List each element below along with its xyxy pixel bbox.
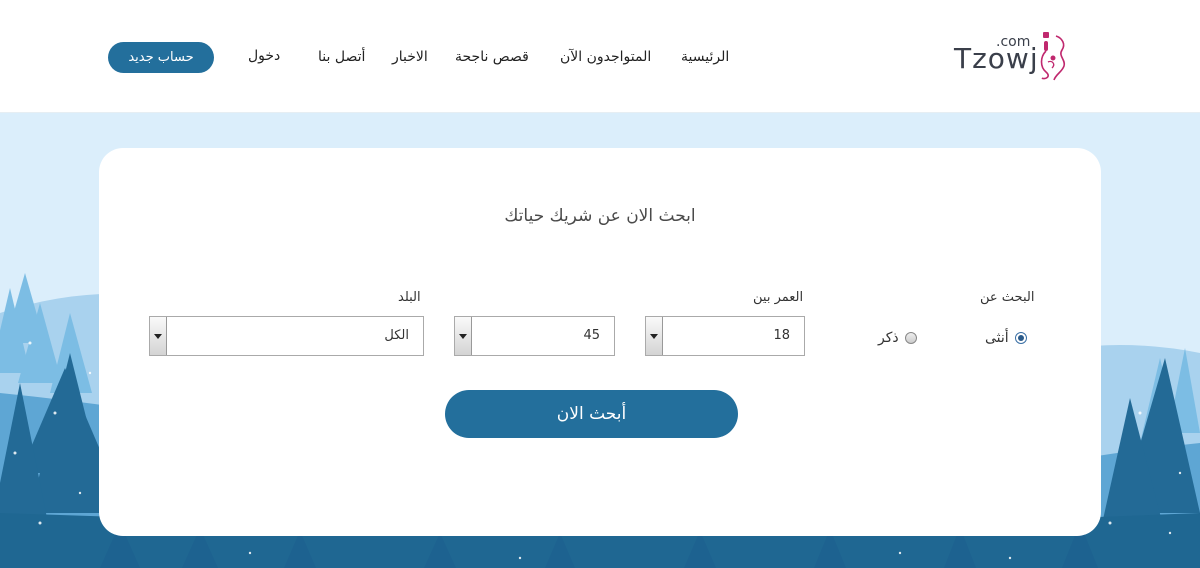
nav-login[interactable]: دخول bbox=[248, 48, 280, 64]
looking-for-label: البحث عن bbox=[980, 290, 1035, 305]
radio-female[interactable]: أنثى bbox=[985, 328, 1027, 348]
age-to-value: 45 bbox=[583, 328, 600, 343]
radio-female-indicator[interactable] bbox=[1014, 332, 1027, 344]
country-label: البلد bbox=[398, 290, 421, 305]
nav-news[interactable]: الاخبار bbox=[392, 49, 428, 65]
radio-male-label: ذكر bbox=[878, 330, 899, 346]
chevron-down-icon[interactable] bbox=[150, 317, 167, 355]
country-value: الكل bbox=[384, 328, 409, 343]
logo-brand: Tzowj bbox=[954, 42, 1039, 75]
couple-logo-icon bbox=[1040, 32, 1066, 81]
radio-male[interactable]: ذكر bbox=[878, 328, 917, 348]
logo[interactable]: .com Tzowj bbox=[954, 32, 1074, 84]
radio-male-indicator[interactable] bbox=[904, 332, 917, 344]
top-header: .com Tzowj الرئيسية المتواجدون الآن قصص … bbox=[0, 0, 1200, 113]
chevron-down-icon[interactable] bbox=[646, 317, 663, 355]
search-title: ابحث الان عن شريك حياتك bbox=[504, 206, 696, 226]
chevron-down-icon[interactable] bbox=[455, 317, 472, 355]
nav-home[interactable]: الرئيسية bbox=[681, 49, 729, 65]
search-now-button[interactable]: أبحث الان bbox=[445, 390, 738, 438]
country-select[interactable]: الكل bbox=[149, 316, 424, 356]
nav-online-now[interactable]: المتواجدون الآن bbox=[560, 49, 651, 65]
age-from-select[interactable]: 18 bbox=[645, 316, 805, 356]
radio-female-label: أنثى bbox=[985, 330, 1009, 346]
age-label: العمر بين bbox=[753, 290, 804, 305]
age-from-value: 18 bbox=[773, 328, 790, 343]
nav-contact[interactable]: أتصل بنا bbox=[318, 49, 365, 65]
nav-success-stories[interactable]: قصص ناجحة bbox=[455, 49, 529, 65]
register-button[interactable]: حساب جديد bbox=[108, 42, 214, 73]
age-to-select[interactable]: 45 bbox=[454, 316, 615, 356]
search-card: ابحث الان عن شريك حياتك البحث عن العمر ب… bbox=[99, 148, 1101, 536]
